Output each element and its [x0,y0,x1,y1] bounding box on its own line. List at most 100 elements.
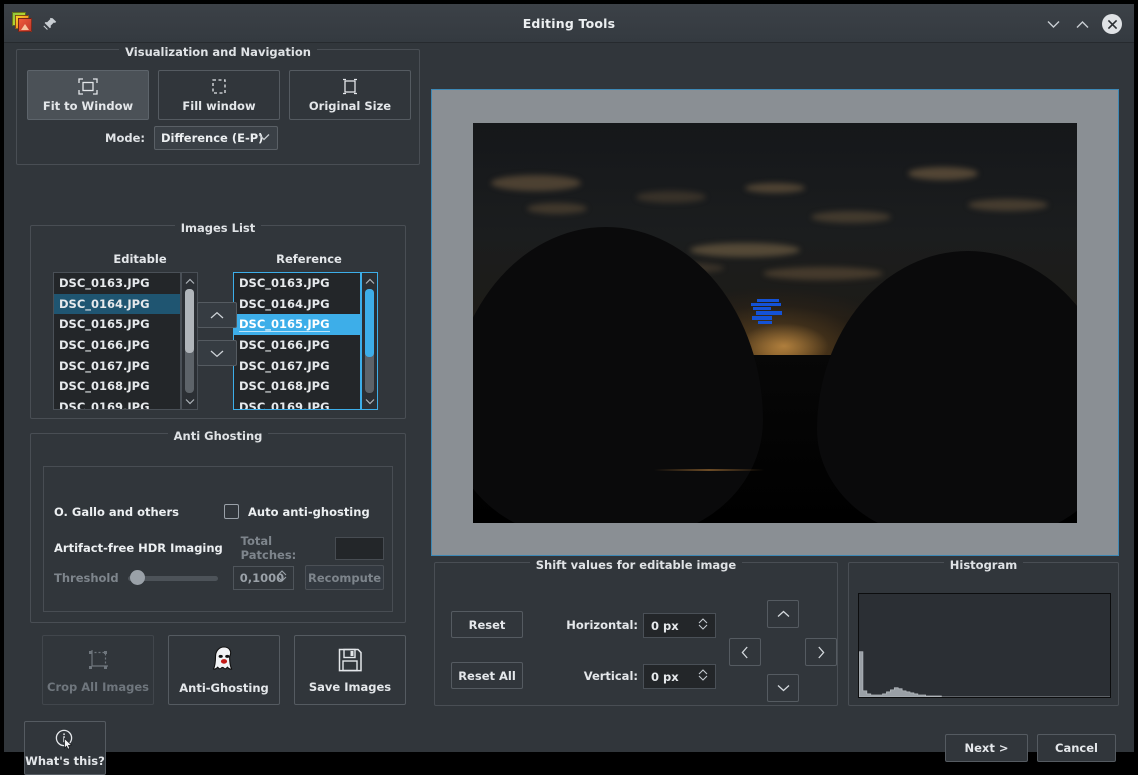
action-buttons: Crop All Images Anti-Ghosting Save Image… [42,635,406,705]
list-item[interactable]: DSC_0164.JPG [54,293,180,315]
list-item[interactable]: DSC_0169.JPG [234,397,360,409]
original-size-button[interactable]: Original Size [289,70,411,120]
original-size-label: Original Size [308,99,392,113]
list-item[interactable]: DSC_0167.JPG [234,356,360,377]
whats-this-button[interactable]: What's this? [24,721,106,775]
reset-button[interactable]: Reset [451,611,523,638]
threshold-label: Threshold [54,570,119,585]
list-move-buttons [197,302,237,366]
next-button[interactable]: Next > [945,734,1028,762]
list-item[interactable]: DSC_0163.JPG [234,273,360,294]
scroll-down-icon[interactable] [362,394,377,408]
vertical-spinbox[interactable]: 0 px [643,664,716,689]
stepper-icon[interactable] [698,669,708,681]
mode-value: Difference (E-P) [160,131,264,145]
fit-to-window-button[interactable]: Fit to Window [27,70,149,120]
anti-ghosting-button[interactable]: Anti-Ghosting [168,635,280,705]
move-up-button[interactable] [197,302,237,328]
shift-values-group: Shift values for editable image Reset Re… [434,558,838,706]
scroll-thumb[interactable] [185,289,194,353]
window-title: Editing Tools [522,16,616,31]
scroll-track[interactable] [185,289,194,393]
scroll-up-icon[interactable] [182,274,197,288]
horizontal-spinbox[interactable]: 0 px [643,613,716,638]
scroll-track[interactable] [365,289,374,393]
chevron-down-icon [777,684,790,692]
scroll-up-icon[interactable] [362,274,377,288]
save-images-label: Save Images [308,680,392,694]
chevron-up-icon [777,610,790,618]
shift-down-button[interactable] [767,674,799,702]
slider-handle[interactable] [130,569,145,585]
threshold-spinbox[interactable]: 0,1000 [232,565,295,590]
images-list-group: Images List Editable Reference DSC_0163.… [30,221,406,419]
window-controls [1044,14,1122,34]
original-size-icon [339,77,361,96]
fit-to-window-icon [77,77,99,96]
chevron-right-icon [817,646,825,659]
list-item[interactable]: DSC_0164.JPG [234,294,360,315]
chevron-down-icon [210,349,224,358]
histogram-group: Histogram [848,558,1119,706]
anti-ghosting-label: Anti-Ghosting [179,681,269,695]
anti-ghosting-group-title: Anti Ghosting [167,429,269,443]
scroll-down-icon[interactable] [182,394,197,408]
list-item[interactable]: DSC_0169.JPG [54,397,180,409]
chevron-left-icon [741,646,749,659]
reset-all-button[interactable]: Reset All [451,662,523,689]
editable-list[interactable]: DSC_0163.JPG DSC_0164.JPG DSC_0165.JPG D… [53,272,181,410]
auto-anti-ghosting-checkbox[interactable] [224,504,239,519]
crop-all-images-button[interactable]: Crop All Images [42,635,154,705]
shift-values-group-title: Shift values for editable image [529,558,743,572]
shift-right-button[interactable] [805,638,837,666]
maximize-icon[interactable] [1073,15,1091,33]
move-down-button[interactable] [197,340,237,366]
shift-up-button[interactable] [767,600,799,628]
ghost-icon [209,645,239,675]
list-item[interactable]: DSC_0168.JPG [234,376,360,397]
fill-window-button[interactable]: Fill window [158,70,280,120]
cancel-button[interactable]: Cancel [1037,734,1116,762]
recompute-button[interactable]: Recompute [305,565,384,590]
save-images-button[interactable]: Save Images [294,635,406,705]
mode-label: Mode: [105,131,145,145]
visualization-group: Visualization and Navigation Fit to Wind… [16,45,420,165]
fill-window-icon [208,77,230,96]
list-item[interactable]: DSC_0165.JPG [234,314,360,336]
floppy-disk-icon [336,646,364,674]
list-item[interactable]: DSC_0168.JPG [54,376,180,397]
mode-select[interactable]: Difference (E-P) [153,126,278,150]
window-body: Visualization and Navigation Fit to Wind… [4,43,1134,775]
anti-ghosting-group: Anti Ghosting O. Gallo and others Auto a… [30,429,406,623]
crop-icon [84,646,112,674]
editable-list-scrollbar[interactable] [181,272,198,410]
total-patches-field[interactable] [335,536,384,560]
whats-this-icon [54,728,76,750]
minimize-icon[interactable] [1044,15,1062,33]
list-item[interactable]: DSC_0167.JPG [54,356,180,377]
reference-list[interactable]: DSC_0163.JPG DSC_0164.JPG DSC_0165.JPG D… [233,272,361,410]
images-list-group-title: Images List [174,221,262,235]
fill-window-label: Fill window [182,99,256,113]
list-item[interactable]: DSC_0165.JPG [54,314,180,335]
method-artifact-free-label: Artifact-free HDR Imaging [54,541,223,555]
reference-list-scrollbar[interactable] [361,272,378,410]
close-icon[interactable] [1102,14,1122,34]
vertical-value: 0 px [651,669,679,684]
preview-light-streak [654,468,765,471]
list-item[interactable]: DSC_0166.JPG [54,335,180,356]
method-gallo-label: O. Gallo and others [54,504,179,519]
stepper-icon[interactable] [277,569,287,582]
total-patches-label: Total Patches: [240,534,297,562]
anti-ghosting-inner-frame: O. Gallo and others Auto anti-ghosting A… [43,466,393,612]
list-item[interactable]: DSC_0163.JPG [54,273,180,294]
editing-tools-window: Editing Tools Visualization and Navigati… [4,4,1134,775]
shift-left-button[interactable] [729,638,761,666]
title-bar: Editing Tools [4,4,1134,43]
horizontal-label: Horizontal: [566,618,638,632]
list-item[interactable]: DSC_0166.JPG [234,335,360,356]
stepper-icon[interactable] [698,618,708,630]
threshold-slider[interactable] [128,569,218,586]
scroll-thumb[interactable] [365,289,374,357]
image-preview-panel[interactable] [431,89,1119,556]
